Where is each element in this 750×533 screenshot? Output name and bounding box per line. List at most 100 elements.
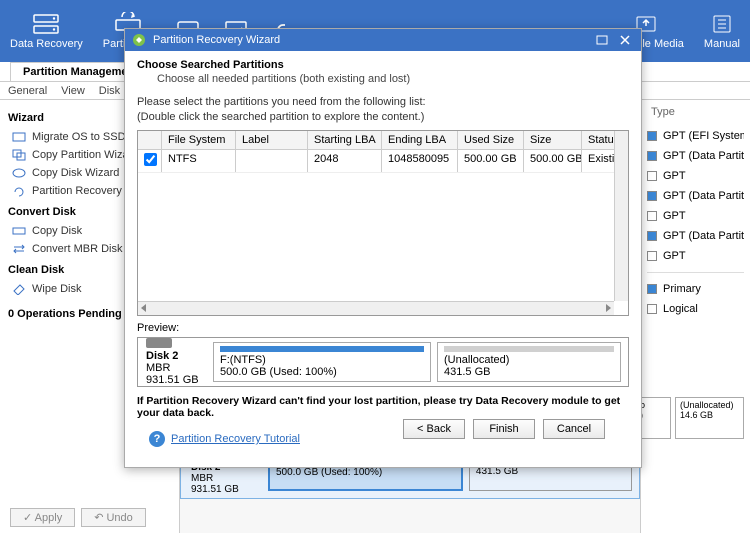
wizard-icon (131, 32, 147, 48)
tutorial-link-row: ? Partition Recovery Tutorial (149, 431, 300, 447)
drive-stack-icon (32, 12, 60, 36)
ribbon-data-recovery[interactable]: Data Recovery (0, 0, 93, 62)
dialog-title: Partition Recovery Wizard (153, 34, 589, 46)
row-checkbox[interactable] (144, 153, 157, 166)
instruction-line: (Double click the searched partition to … (137, 110, 629, 124)
legend-swatch-icon (647, 284, 657, 294)
dialog-body: Choose Searched Partitions Choose all ne… (125, 51, 641, 467)
cell-used: 500.00 GB (458, 150, 524, 172)
legend-swatch-icon (647, 131, 657, 141)
dialog-instructions: Please select the partitions you need fr… (137, 95, 629, 124)
preview-disk-info: Disk 2 MBR 931.51 GB (142, 338, 210, 386)
type-item-label: Primary (663, 283, 701, 295)
sidebar-item-label: Copy Disk Wizard (32, 167, 119, 179)
usage-bar-fill (220, 346, 424, 352)
disk-size: 931.51 GB (191, 484, 265, 495)
cell-filesystem: NTFS (162, 150, 236, 172)
close-button[interactable] (615, 32, 635, 48)
table-hscrollbar[interactable] (138, 301, 614, 315)
ribbon-label: Data Recovery (10, 38, 83, 50)
dialog-footer: ? Partition Recovery Tutorial < Back Fin… (137, 419, 629, 459)
type-item: GPT (Data Partition (647, 226, 744, 246)
type-legend-panel: Type GPT (EFI System pa GPT (Data Partit… (640, 100, 750, 533)
warning-text: If Partition Recovery Wizard can't find … (137, 395, 629, 419)
legend-swatch-icon (647, 211, 657, 221)
col-filesystem[interactable]: File System (162, 131, 236, 149)
book-icon (708, 12, 736, 36)
disk-type: MBR (191, 473, 265, 484)
preview-disk-size: 931.51 GB (146, 374, 210, 386)
preview-part-title: F:(NTFS) (220, 354, 424, 366)
copy-partition-icon (12, 149, 26, 161)
preview-partition-2[interactable]: (Unallocated) 431.5 GB (437, 342, 621, 382)
type-item: Primary (647, 279, 744, 299)
partition-recovery-dialog: Partition Recovery Wizard Choose Searche… (124, 28, 642, 468)
preview-disk-type: MBR (146, 362, 210, 374)
undo-button[interactable]: ↶ Undo (81, 508, 146, 527)
footer-buttons: ✓ Apply ↶ Undo (10, 508, 146, 527)
disk-icon (12, 225, 26, 237)
col-starting-lba[interactable]: Starting LBA (308, 131, 382, 149)
type-item-label: GPT (Data Partition (663, 230, 744, 242)
cell-elba: 1048580095 (382, 150, 458, 172)
tutorial-link[interactable]: Partition Recovery Tutorial (171, 433, 300, 445)
migrate-icon (12, 131, 26, 143)
dialog-subheading: Choose all needed partitions (both exist… (157, 73, 629, 85)
legend-swatch-icon (647, 151, 657, 161)
apply-button[interactable]: ✓ Apply (10, 508, 75, 527)
type-item: Logical (647, 299, 744, 319)
finish-button[interactable]: Finish (473, 419, 535, 439)
close-icon (619, 35, 631, 45)
menu-disk[interactable]: Disk (99, 85, 120, 97)
col-ending-lba[interactable]: Ending LBA (382, 131, 458, 149)
col-size[interactable]: Size (524, 131, 582, 149)
preview-label: Preview: (137, 322, 629, 334)
copy-disk-icon (12, 167, 26, 179)
disk-icon (146, 338, 172, 348)
info-icon: ? (149, 431, 165, 447)
type-item-label: GPT (Data Partition (663, 190, 744, 202)
type-item: GPT (EFI System pa (647, 126, 744, 146)
dialog-heading: Choose Searched Partitions (137, 59, 629, 71)
type-item-label: GPT (Data Partition (663, 150, 744, 162)
col-label[interactable]: Label (236, 131, 308, 149)
partition-fragment: (Unallocated)14.6 GB (675, 397, 744, 439)
back-button[interactable]: < Back (403, 419, 465, 439)
btn-label: Undo (106, 512, 132, 524)
recovery-icon (12, 185, 26, 197)
partition-sub: 500.0 GB (Used: 100%) (276, 467, 455, 478)
legend-swatch-icon (647, 251, 657, 261)
type-item-label: GPT (663, 170, 686, 182)
menu-view[interactable]: View (61, 85, 85, 97)
type-item: GPT (Data Partition (647, 186, 744, 206)
sidebar-item-label: Copy Partition Wizard (32, 149, 138, 161)
type-header: Type (647, 106, 744, 118)
type-item: GPT (647, 246, 744, 266)
col-checkbox (138, 131, 162, 149)
preview-partition-1[interactable]: F:(NTFS) 500.0 GB (Used: 100%) (213, 342, 431, 382)
partitions-table: File System Label Starting LBA Ending LB… (137, 130, 629, 316)
type-item-label: GPT (EFI System pa (663, 130, 744, 142)
type-item: GPT (Data Partition (647, 146, 744, 166)
legend-swatch-icon (647, 231, 657, 241)
ribbon-manual[interactable]: Manual (694, 0, 750, 62)
instruction-line: Please select the partitions you need fr… (137, 95, 629, 109)
cell-label (236, 150, 308, 172)
table-vscrollbar[interactable] (614, 131, 628, 301)
col-used-size[interactable]: Used Size (458, 131, 524, 149)
cell-size: 500.00 GB (524, 150, 582, 172)
preview-part-sub: 500.0 GB (Used: 100%) (220, 366, 424, 378)
ribbon-label: Manual (704, 38, 740, 50)
btn-label: Apply (35, 512, 63, 524)
table-row[interactable]: NTFS 2048 1048580095 500.00 GB 500.00 GB… (138, 150, 628, 173)
type-item-label: Logical (663, 303, 698, 315)
dialog-titlebar[interactable]: Partition Recovery Wizard (125, 29, 641, 51)
eraser-icon (12, 283, 26, 295)
cancel-button[interactable]: Cancel (543, 419, 605, 439)
type-item-label: GPT (663, 250, 686, 262)
type-item: GPT (647, 206, 744, 226)
preview-box: Disk 2 MBR 931.51 GB F:(NTFS) 500.0 GB (… (137, 337, 629, 387)
legend-swatch-icon (647, 191, 657, 201)
maximize-button[interactable] (592, 32, 612, 48)
menu-general[interactable]: General (8, 85, 47, 97)
